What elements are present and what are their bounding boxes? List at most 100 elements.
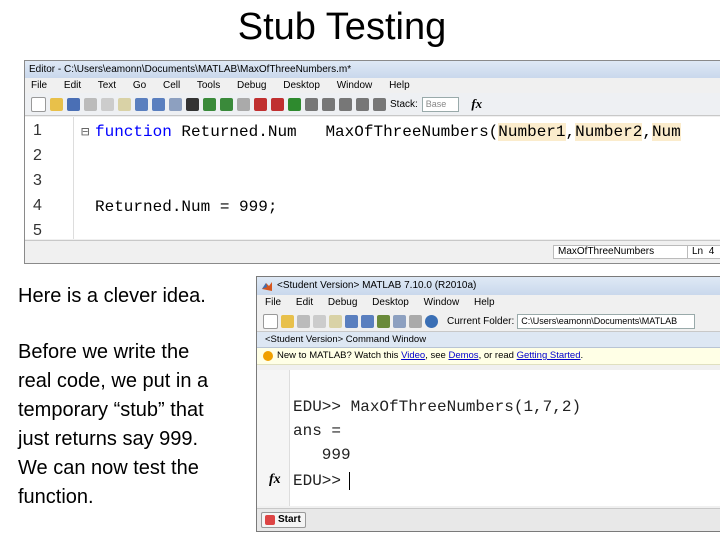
new-file-icon[interactable]: [31, 96, 46, 112]
explanation-line: temporary “stub” that: [18, 399, 204, 421]
step-out-icon[interactable]: [339, 97, 352, 111]
find-icon[interactable]: [186, 97, 199, 111]
undo-icon[interactable]: [135, 97, 148, 111]
matlab-toolbar: Current Folder: C:\Users\eamonn\Document…: [257, 311, 720, 332]
text-cursor: [349, 472, 351, 490]
notice-text: New to MATLAB? Watch this: [277, 350, 402, 361]
explanation-line: real code, we put in a: [18, 370, 209, 392]
forward-arrow-icon[interactable]: [220, 97, 233, 111]
paste-icon[interactable]: [118, 97, 131, 111]
continue-icon[interactable]: [356, 97, 369, 111]
redo-icon[interactable]: [361, 314, 374, 328]
info-icon: [263, 351, 273, 361]
slide-title: Stub Testing: [237, 6, 447, 48]
stack-label: Stack:: [390, 98, 418, 110]
redo-icon[interactable]: [152, 97, 165, 111]
start-label: Start: [278, 514, 301, 525]
help-icon[interactable]: [425, 314, 438, 328]
menu-cell[interactable]: Cell: [163, 80, 180, 91]
getting-started-link[interactable]: Getting Started: [517, 350, 581, 361]
editor-toolbar: Stack: Base fx: [25, 93, 720, 116]
command-prompt[interactable]: EDU>>: [293, 472, 351, 491]
editor-window: Editor - C:\Users\eamonn\Documents\MATLA…: [24, 60, 720, 264]
menu-debug[interactable]: Debug: [237, 80, 266, 91]
step-icon[interactable]: [305, 97, 318, 111]
new-file-icon[interactable]: [263, 313, 278, 329]
start-icon: [265, 515, 275, 525]
line-number: 1: [33, 122, 42, 139]
function-browser-icon[interactable]: [237, 97, 250, 111]
function-name: MaxOfThreeNumbers(: [325, 123, 499, 141]
explanation-line: We can now test the: [18, 457, 199, 479]
copy-icon[interactable]: [313, 314, 326, 328]
menu-file[interactable]: File: [265, 297, 281, 308]
command-window-title: <Student Version> Command Window: [257, 332, 720, 348]
explanation-paragraph: Before we write the real code, we put in…: [18, 338, 208, 512]
cut-icon[interactable]: [84, 97, 97, 111]
fold-icon[interactable]: ⊟: [81, 124, 89, 141]
run-icon[interactable]: [288, 97, 301, 111]
menu-window[interactable]: Window: [337, 80, 373, 91]
explanation-line: function.: [18, 486, 94, 508]
arg-separator: ,: [565, 123, 576, 141]
video-link[interactable]: Video: [401, 350, 425, 361]
step-in-icon[interactable]: [322, 97, 335, 111]
command-output: ans =: [293, 422, 342, 440]
open-folder-icon[interactable]: [50, 97, 63, 111]
exit-debug-icon[interactable]: [373, 97, 386, 111]
demos-link[interactable]: Demos: [448, 350, 478, 361]
current-folder-input[interactable]: C:\Users\eamonn\Documents\MATLAB: [517, 313, 696, 329]
menu-text[interactable]: Text: [98, 80, 116, 91]
matlab-window: <Student Version> MATLAB 7.10.0 (R2010a)…: [256, 276, 720, 532]
clear-breakpoints-icon[interactable]: [271, 97, 284, 111]
cut-icon[interactable]: [297, 314, 310, 328]
menu-debug[interactable]: Debug: [328, 297, 357, 308]
code-editor[interactable]: 1 2 3 4 5 ⊟ function Returned.Num MaxOfT…: [25, 117, 720, 239]
open-folder-icon[interactable]: [281, 314, 294, 328]
line-number: 5: [33, 222, 42, 239]
matlab-statusbar: Start: [257, 508, 720, 531]
matlab-menubar: File Edit Debug Desktop Window Help: [257, 295, 720, 311]
menu-help[interactable]: Help: [389, 80, 410, 91]
arg-separator: ,: [642, 123, 652, 141]
menu-desktop[interactable]: Desktop: [283, 80, 320, 91]
save-icon[interactable]: [67, 97, 80, 111]
matlab-logo-icon: [261, 280, 273, 292]
code-line-4: Returned.Num = 999;: [95, 198, 278, 216]
menu-help[interactable]: Help: [474, 297, 495, 308]
profiler-icon[interactable]: [409, 314, 422, 328]
menu-window[interactable]: Window: [424, 297, 460, 308]
fx-icon[interactable]: fx: [269, 472, 281, 488]
menu-edit[interactable]: Edit: [64, 80, 81, 91]
menu-go[interactable]: Go: [133, 80, 146, 91]
menu-tools[interactable]: Tools: [197, 80, 220, 91]
arg-number3: Num: [651, 123, 681, 141]
prompt-text: EDU>>: [293, 472, 342, 491]
fx-icon[interactable]: fx: [471, 96, 482, 112]
copy-icon[interactable]: [101, 97, 114, 111]
status-ln-label: Ln: [692, 246, 704, 257]
menu-file[interactable]: File: [31, 80, 47, 91]
keyword-function: function: [95, 123, 172, 141]
simulink-icon[interactable]: [377, 314, 390, 328]
menu-desktop[interactable]: Desktop: [372, 297, 409, 308]
code-line-1: function Returned.Num MaxOfThreeNumbers(…: [95, 123, 681, 141]
print-icon[interactable]: [169, 97, 182, 111]
undo-icon[interactable]: [345, 314, 358, 328]
stack-dropdown[interactable]: Base: [421, 96, 460, 112]
matlab-titlebar: <Student Version> MATLAB 7.10.0 (R2010a): [257, 277, 720, 295]
breakpoint-icon[interactable]: [254, 97, 267, 111]
back-arrow-icon[interactable]: [203, 97, 216, 111]
command-window[interactable]: EDU>> MaxOfThreeNumbers(1,7,2) ans = 999…: [257, 370, 720, 506]
start-button[interactable]: Start: [261, 512, 306, 528]
editor-titlebar: Editor - C:\Users\eamonn\Documents\MATLA…: [25, 61, 720, 78]
notice-text: , see: [425, 350, 449, 361]
notice-text: , or read: [478, 350, 517, 361]
arg-number2: Number2: [575, 123, 643, 141]
status-function-name: MaxOfThreeNumbers: [553, 245, 689, 259]
paste-icon[interactable]: [329, 314, 342, 328]
status-line: Ln 4: [687, 245, 720, 259]
output-var: Returned.Num: [181, 123, 297, 141]
guide-icon[interactable]: [393, 314, 406, 328]
menu-edit[interactable]: Edit: [296, 297, 313, 308]
